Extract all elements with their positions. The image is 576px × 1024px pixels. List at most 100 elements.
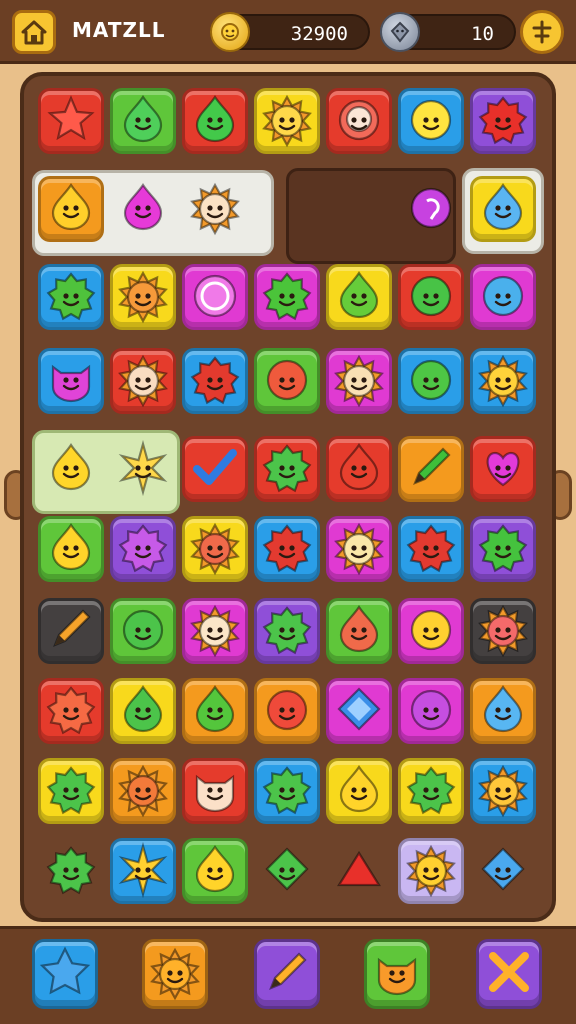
tile-r6-c2[interactable]	[182, 598, 248, 664]
settings-button[interactable]	[520, 10, 564, 54]
tile-r7-c3[interactable]	[254, 678, 320, 744]
tile-r3-c2[interactable]	[182, 348, 248, 414]
tile-r0-c6[interactable]	[470, 88, 536, 154]
tile-r6-c1[interactable]	[110, 598, 176, 664]
tile-r0-c1[interactable]	[110, 88, 176, 154]
tile-r4-c2[interactable]	[182, 436, 248, 502]
round-icon	[405, 93, 457, 149]
tile-r9-c5[interactable]	[398, 838, 464, 904]
round-icon	[261, 683, 313, 739]
booster-sun-button[interactable]	[142, 939, 208, 1009]
spiky-icon	[117, 521, 169, 577]
sun-icon	[477, 353, 529, 409]
tile-r9-c1[interactable]	[110, 838, 176, 904]
star-icon	[45, 93, 97, 149]
tile-r1-c5[interactable]	[398, 176, 464, 242]
tile-r2-c1[interactable]	[110, 264, 176, 330]
check-icon	[189, 441, 241, 497]
tile-r5-c2[interactable]	[182, 516, 248, 582]
booster-face-button[interactable]	[364, 939, 430, 1009]
gem-counter: 10	[380, 12, 516, 52]
tile-r0-c0[interactable]	[38, 88, 104, 154]
tile-r5-c4[interactable]	[326, 516, 392, 582]
tile-r0-c2[interactable]	[182, 88, 248, 154]
tile-r8-c6[interactable]	[470, 758, 536, 824]
tile-r2-c5[interactable]	[398, 264, 464, 330]
swirl-icon	[405, 181, 457, 237]
tile-r2-c2[interactable]	[182, 264, 248, 330]
tile-r5-c5[interactable]	[398, 516, 464, 582]
tile-r3-c6[interactable]	[470, 348, 536, 414]
drop-icon	[333, 269, 385, 325]
gem-icon	[380, 12, 420, 52]
pencil-icon	[405, 441, 457, 497]
tile-r2-c0[interactable]	[38, 264, 104, 330]
tile-r8-c2[interactable]	[182, 758, 248, 824]
tile-r4-c1[interactable]	[110, 436, 176, 502]
tile-r8-c1[interactable]	[110, 758, 176, 824]
tile-r1-c6[interactable]	[470, 176, 536, 242]
tile-r7-c5[interactable]	[398, 678, 464, 744]
tile-r1-c0[interactable]	[38, 176, 104, 242]
tile-r6-c5[interactable]	[398, 598, 464, 664]
pencil-icon	[261, 946, 313, 1002]
tile-r0-c5[interactable]	[398, 88, 464, 154]
tile-r6-c6[interactable]	[470, 598, 536, 664]
tile-r2-c6[interactable]	[470, 264, 536, 330]
tile-r5-c1[interactable]	[110, 516, 176, 582]
home-button[interactable]	[12, 10, 56, 54]
tile-r1-c2[interactable]	[182, 176, 248, 242]
tile-r1-c1[interactable]	[110, 176, 176, 242]
tile-r5-c0[interactable]	[38, 516, 104, 582]
tile-r7-c6[interactable]	[470, 678, 536, 744]
sun-icon	[117, 269, 169, 325]
tile-r2-c3[interactable]	[254, 264, 320, 330]
tile-r2-c4[interactable]	[326, 264, 392, 330]
diamond-icon	[261, 843, 313, 899]
tile-r0-c3[interactable]	[254, 88, 320, 154]
booster-cross-button[interactable]	[476, 939, 542, 1009]
tile-r6-c0[interactable]	[38, 598, 104, 664]
drop-icon	[189, 683, 241, 739]
tile-r5-c6[interactable]	[470, 516, 536, 582]
tile-r3-c1[interactable]	[110, 348, 176, 414]
game-title: MATZLL	[72, 18, 166, 42]
tile-r3-c0[interactable]	[38, 348, 104, 414]
tile-r5-c3[interactable]	[254, 516, 320, 582]
tile-r9-c6[interactable]	[470, 838, 536, 904]
tile-r4-c0[interactable]	[38, 436, 104, 502]
tile-r8-c5[interactable]	[398, 758, 464, 824]
drop-icon	[477, 683, 529, 739]
tile-r4-c6[interactable]	[470, 436, 536, 502]
coin-icon	[210, 12, 250, 52]
diamond-icon	[477, 843, 529, 899]
tile-r9-c3[interactable]	[254, 838, 320, 904]
booster-gem-button[interactable]	[32, 939, 98, 1009]
tile-r9-c4[interactable]	[326, 838, 392, 904]
tile-r4-c3[interactable]	[254, 436, 320, 502]
settings-icon	[532, 20, 552, 44]
spiky-icon	[189, 353, 241, 409]
tile-r8-c0[interactable]	[38, 758, 104, 824]
tile-r7-c1[interactable]	[110, 678, 176, 744]
tile-r7-c4[interactable]	[326, 678, 392, 744]
sun-icon	[405, 843, 457, 899]
tile-r3-c4[interactable]	[326, 348, 392, 414]
tile-r6-c3[interactable]	[254, 598, 320, 664]
tile-r9-c0[interactable]	[38, 838, 104, 904]
tile-r4-c4[interactable]	[326, 436, 392, 502]
tile-r7-c0[interactable]	[38, 678, 104, 744]
tile-r4-c5[interactable]	[398, 436, 464, 502]
sun-icon	[117, 763, 169, 819]
tile-r3-c3[interactable]	[254, 348, 320, 414]
starburst-icon	[39, 946, 91, 1002]
sun-icon	[333, 521, 385, 577]
tile-r3-c5[interactable]	[398, 348, 464, 414]
tile-r9-c2[interactable]	[182, 838, 248, 904]
tile-r0-c4[interactable]	[326, 88, 392, 154]
tile-r8-c3[interactable]	[254, 758, 320, 824]
tile-r7-c2[interactable]	[182, 678, 248, 744]
tile-r6-c4[interactable]	[326, 598, 392, 664]
tile-r8-c4[interactable]	[326, 758, 392, 824]
booster-pencil-button[interactable]	[254, 939, 320, 1009]
